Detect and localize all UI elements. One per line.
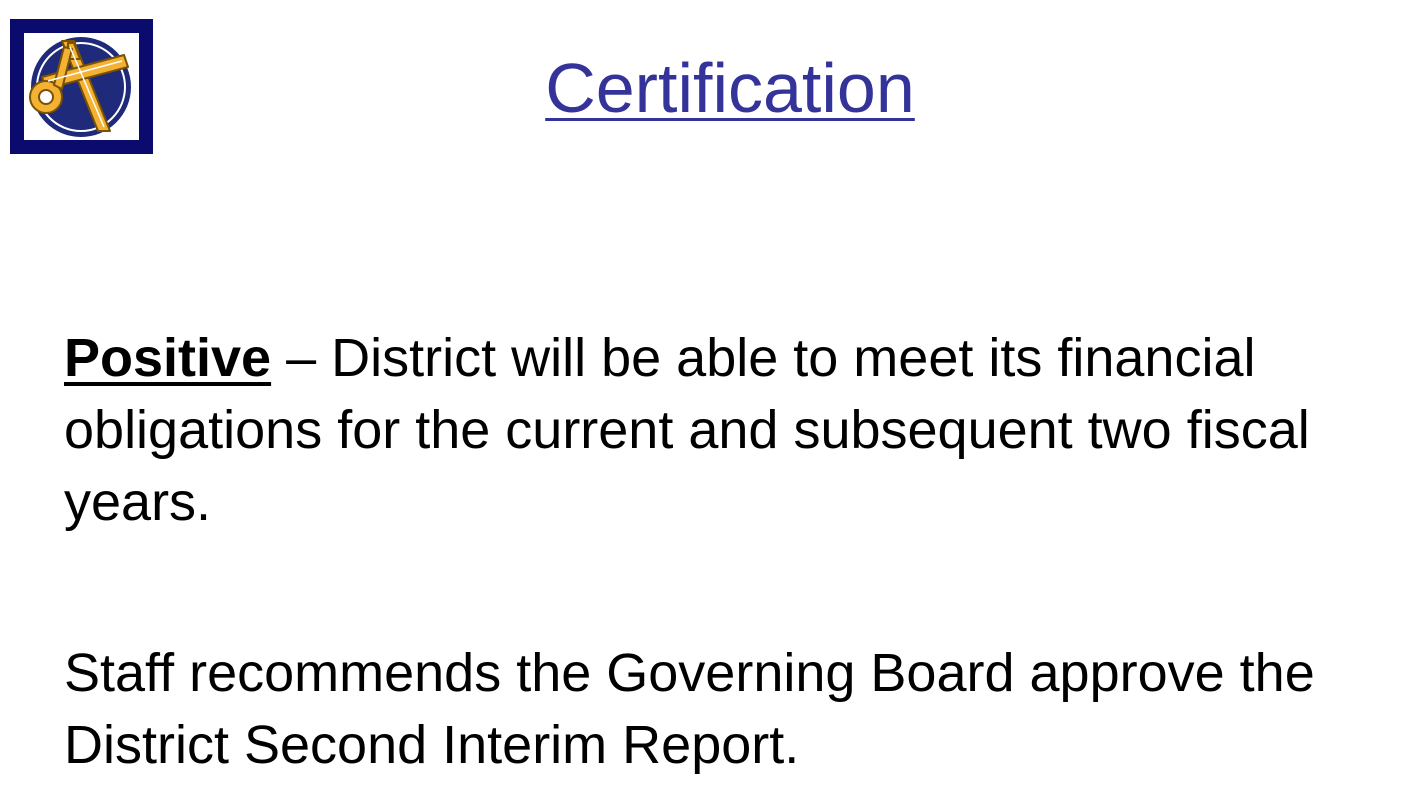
positive-definition-paragraph: Positive – District will be able to meet… [64,322,1394,538]
slide-title: Certification [545,49,915,127]
positive-term: Positive [64,328,272,388]
staff-recommendation-paragraph: Staff recommends the Governing Board app… [64,643,1315,775]
